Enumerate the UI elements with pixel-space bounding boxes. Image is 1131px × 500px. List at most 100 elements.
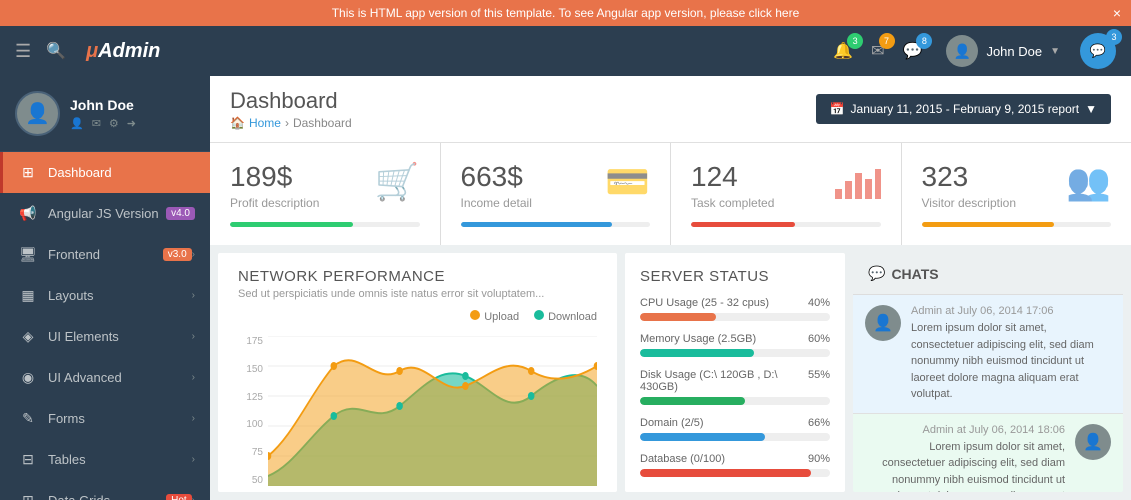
stat-label: Profit description bbox=[230, 196, 319, 210]
server-row-domain: Domain (2/5) 66% bbox=[640, 417, 830, 441]
server-label: CPU Usage (25 - 32 cpus) bbox=[640, 297, 769, 309]
sidebar-item-label: Angular JS Version bbox=[48, 206, 166, 221]
server-percent: 55% bbox=[808, 369, 830, 393]
server-row-cpu: CPU Usage (25 - 32 cpus) 40% bbox=[640, 297, 830, 321]
server-bar bbox=[640, 397, 745, 405]
user-logout-icon[interactable]: ➜ bbox=[127, 117, 136, 130]
server-bar-wrap bbox=[640, 349, 830, 357]
user-menu[interactable]: 👤 John Doe ▼ bbox=[936, 35, 1070, 67]
sidebar-item-angular[interactable]: 📢 Angular JS Version v4.0 bbox=[0, 193, 210, 234]
server-row-header: Disk Usage (C:\ 120GB , D:\ 430GB) 55% bbox=[640, 369, 830, 393]
progress-bar bbox=[461, 222, 613, 227]
server-row-header: Memory Usage (2.5GB) 60% bbox=[640, 333, 830, 345]
sidebar-item-frontend[interactable]: 🖥 Frontend v3.0 › bbox=[0, 234, 210, 275]
stat-value: 663$ bbox=[461, 161, 532, 193]
stat-value: 124 bbox=[691, 161, 774, 193]
chevron-icon: › bbox=[192, 454, 195, 465]
sidebar-item-label: Tables bbox=[48, 452, 192, 467]
chevron-icon: › bbox=[192, 413, 195, 424]
sidebar-item-tables[interactable]: ⊟ Tables › bbox=[0, 439, 210, 480]
frontend-badge: v3.0 bbox=[163, 248, 192, 261]
server-row-header: Database (0/100) 90% bbox=[640, 453, 830, 465]
main-layout: 👤 John Doe 👤 ✉ ⚙ ➜ ⊞ Dashboard 📢 Angular… bbox=[0, 76, 1131, 500]
messages-badge: 8 bbox=[916, 33, 932, 49]
chevron-icon: › bbox=[192, 331, 195, 342]
progress-wrap bbox=[691, 222, 881, 227]
legend-download: Download bbox=[548, 311, 597, 323]
progress-wrap bbox=[461, 222, 651, 227]
sidebar-user-icons: 👤 ✉ ⚙ ➜ bbox=[70, 117, 136, 130]
server-row-header: Domain (2/5) 66% bbox=[640, 417, 830, 429]
stat-top: 124 Task completed bbox=[691, 161, 881, 210]
chart-svg bbox=[268, 336, 597, 486]
sidebar-item-datagrids[interactable]: ⊞ Data Grids Hot › bbox=[0, 480, 210, 500]
sidebar-item-dashboard[interactable]: ⊞ Dashboard bbox=[0, 152, 210, 193]
breadcrumb: 🏠 Home › Dashboard bbox=[230, 116, 352, 130]
chats-header: 💬 CHATS bbox=[853, 253, 1123, 295]
user-mail-icon[interactable]: ✉ bbox=[92, 117, 101, 130]
mail-button[interactable]: ✉7 bbox=[867, 37, 888, 65]
layouts-icon: ▦ bbox=[18, 287, 38, 304]
server-percent: 40% bbox=[808, 297, 830, 309]
chart-area: 175 150 125 100 75 50 bbox=[238, 336, 597, 486]
chat-content: Admin at July 06, 2014 18:06 Lorem ipsum… bbox=[865, 424, 1065, 493]
banner-close[interactable]: × bbox=[1113, 5, 1121, 21]
chat-button[interactable]: 💬 3 bbox=[1080, 33, 1116, 69]
stat-value: 189$ bbox=[230, 161, 319, 193]
stat-label: Task completed bbox=[691, 196, 774, 210]
chat-author: Admin at July 06, 2014 18:06 bbox=[865, 424, 1065, 436]
sidebar-item-label: Dashboard bbox=[48, 165, 195, 180]
server-bar bbox=[640, 469, 811, 477]
server-label: Database (0/100) bbox=[640, 453, 725, 465]
page-title: Dashboard bbox=[230, 88, 352, 114]
breadcrumb-sep: › bbox=[285, 116, 289, 130]
user-profile-icon[interactable]: 👤 bbox=[70, 117, 84, 130]
stat-label: Visitor description bbox=[922, 196, 1017, 210]
chats-panel: 💬 CHATS 👤 Admin at July 06, 2014 17:06 L… bbox=[853, 253, 1123, 492]
legend-upload: Upload bbox=[484, 311, 519, 323]
date-range-button[interactable]: 📅 January 11, 2015 - February 9, 2015 re… bbox=[816, 94, 1111, 124]
chat-content: Admin at July 06, 2014 17:06 Lorem ipsum… bbox=[911, 305, 1111, 403]
sidebar-item-forms[interactable]: ✎ Forms › bbox=[0, 398, 210, 439]
date-range-label: January 11, 2015 - February 9, 2015 repo… bbox=[851, 102, 1080, 116]
notifications-badge: 3 bbox=[847, 33, 863, 49]
tables-icon: ⊟ bbox=[18, 451, 38, 468]
stat-card-visitors: 323 Visitor description 👥 bbox=[902, 143, 1131, 245]
server-bar bbox=[640, 349, 754, 357]
sidebar-item-ui-elements[interactable]: ◈ UI Elements › bbox=[0, 316, 210, 357]
messages-button[interactable]: 💬8 bbox=[899, 37, 927, 65]
sidebar-item-label: Layouts bbox=[48, 288, 192, 303]
stat-top: 663$ Income detail 💳 bbox=[461, 161, 651, 210]
stat-card-income: 663$ Income detail 💳 bbox=[441, 143, 671, 245]
chat-text: Lorem ipsum dolor sit amet, consectetuer… bbox=[911, 320, 1111, 403]
progress-wrap bbox=[922, 222, 1112, 227]
stat-top: 189$ Profit description 🛒 bbox=[230, 161, 420, 210]
breadcrumb-home-link[interactable]: Home bbox=[249, 116, 281, 130]
sidebar-item-layouts[interactable]: ▦ Layouts › bbox=[0, 275, 210, 316]
notifications-button[interactable]: 🔔3 bbox=[829, 37, 857, 65]
breadcrumb-home-icon: 🏠 bbox=[230, 116, 245, 130]
app-header: ☰ 🔍 μAdmin 🔔3 ✉7 💬8 👤 John Doe ▼ 💬 3 bbox=[0, 26, 1131, 76]
income-icon: 💳 bbox=[605, 161, 650, 203]
stat-label: Income detail bbox=[461, 196, 532, 210]
sidebar-item-label: Data Grids bbox=[48, 493, 166, 500]
y-axis: 175 150 125 100 75 50 bbox=[238, 336, 263, 486]
cart-icon: 🛒 bbox=[375, 161, 420, 203]
sidebar: 👤 John Doe 👤 ✉ ⚙ ➜ ⊞ Dashboard 📢 Angular… bbox=[0, 76, 210, 500]
datagrid-badge: Hot bbox=[166, 494, 192, 500]
sidebar-item-ui-advanced[interactable]: ◉ UI Advanced › bbox=[0, 357, 210, 398]
sidebar-item-label: UI Elements bbox=[48, 329, 192, 344]
stat-card-profit: 189$ Profit description 🛒 bbox=[210, 143, 440, 245]
server-row-header: CPU Usage (25 - 32 cpus) 40% bbox=[640, 297, 830, 309]
sidebar-user: 👤 John Doe 👤 ✉ ⚙ ➜ bbox=[0, 76, 210, 152]
tasks-icon bbox=[833, 161, 881, 210]
sidebar-avatar: 👤 bbox=[15, 91, 60, 136]
user-settings-icon[interactable]: ⚙ bbox=[109, 117, 119, 130]
hamburger-button[interactable]: ☰ bbox=[15, 41, 31, 62]
search-icon[interactable]: 🔍 bbox=[46, 41, 66, 61]
app-logo: μAdmin bbox=[86, 40, 160, 63]
mail-badge: 7 bbox=[879, 33, 895, 49]
angular-badge: v4.0 bbox=[166, 207, 195, 220]
server-percent: 90% bbox=[808, 453, 830, 465]
server-bar-wrap bbox=[640, 397, 830, 405]
